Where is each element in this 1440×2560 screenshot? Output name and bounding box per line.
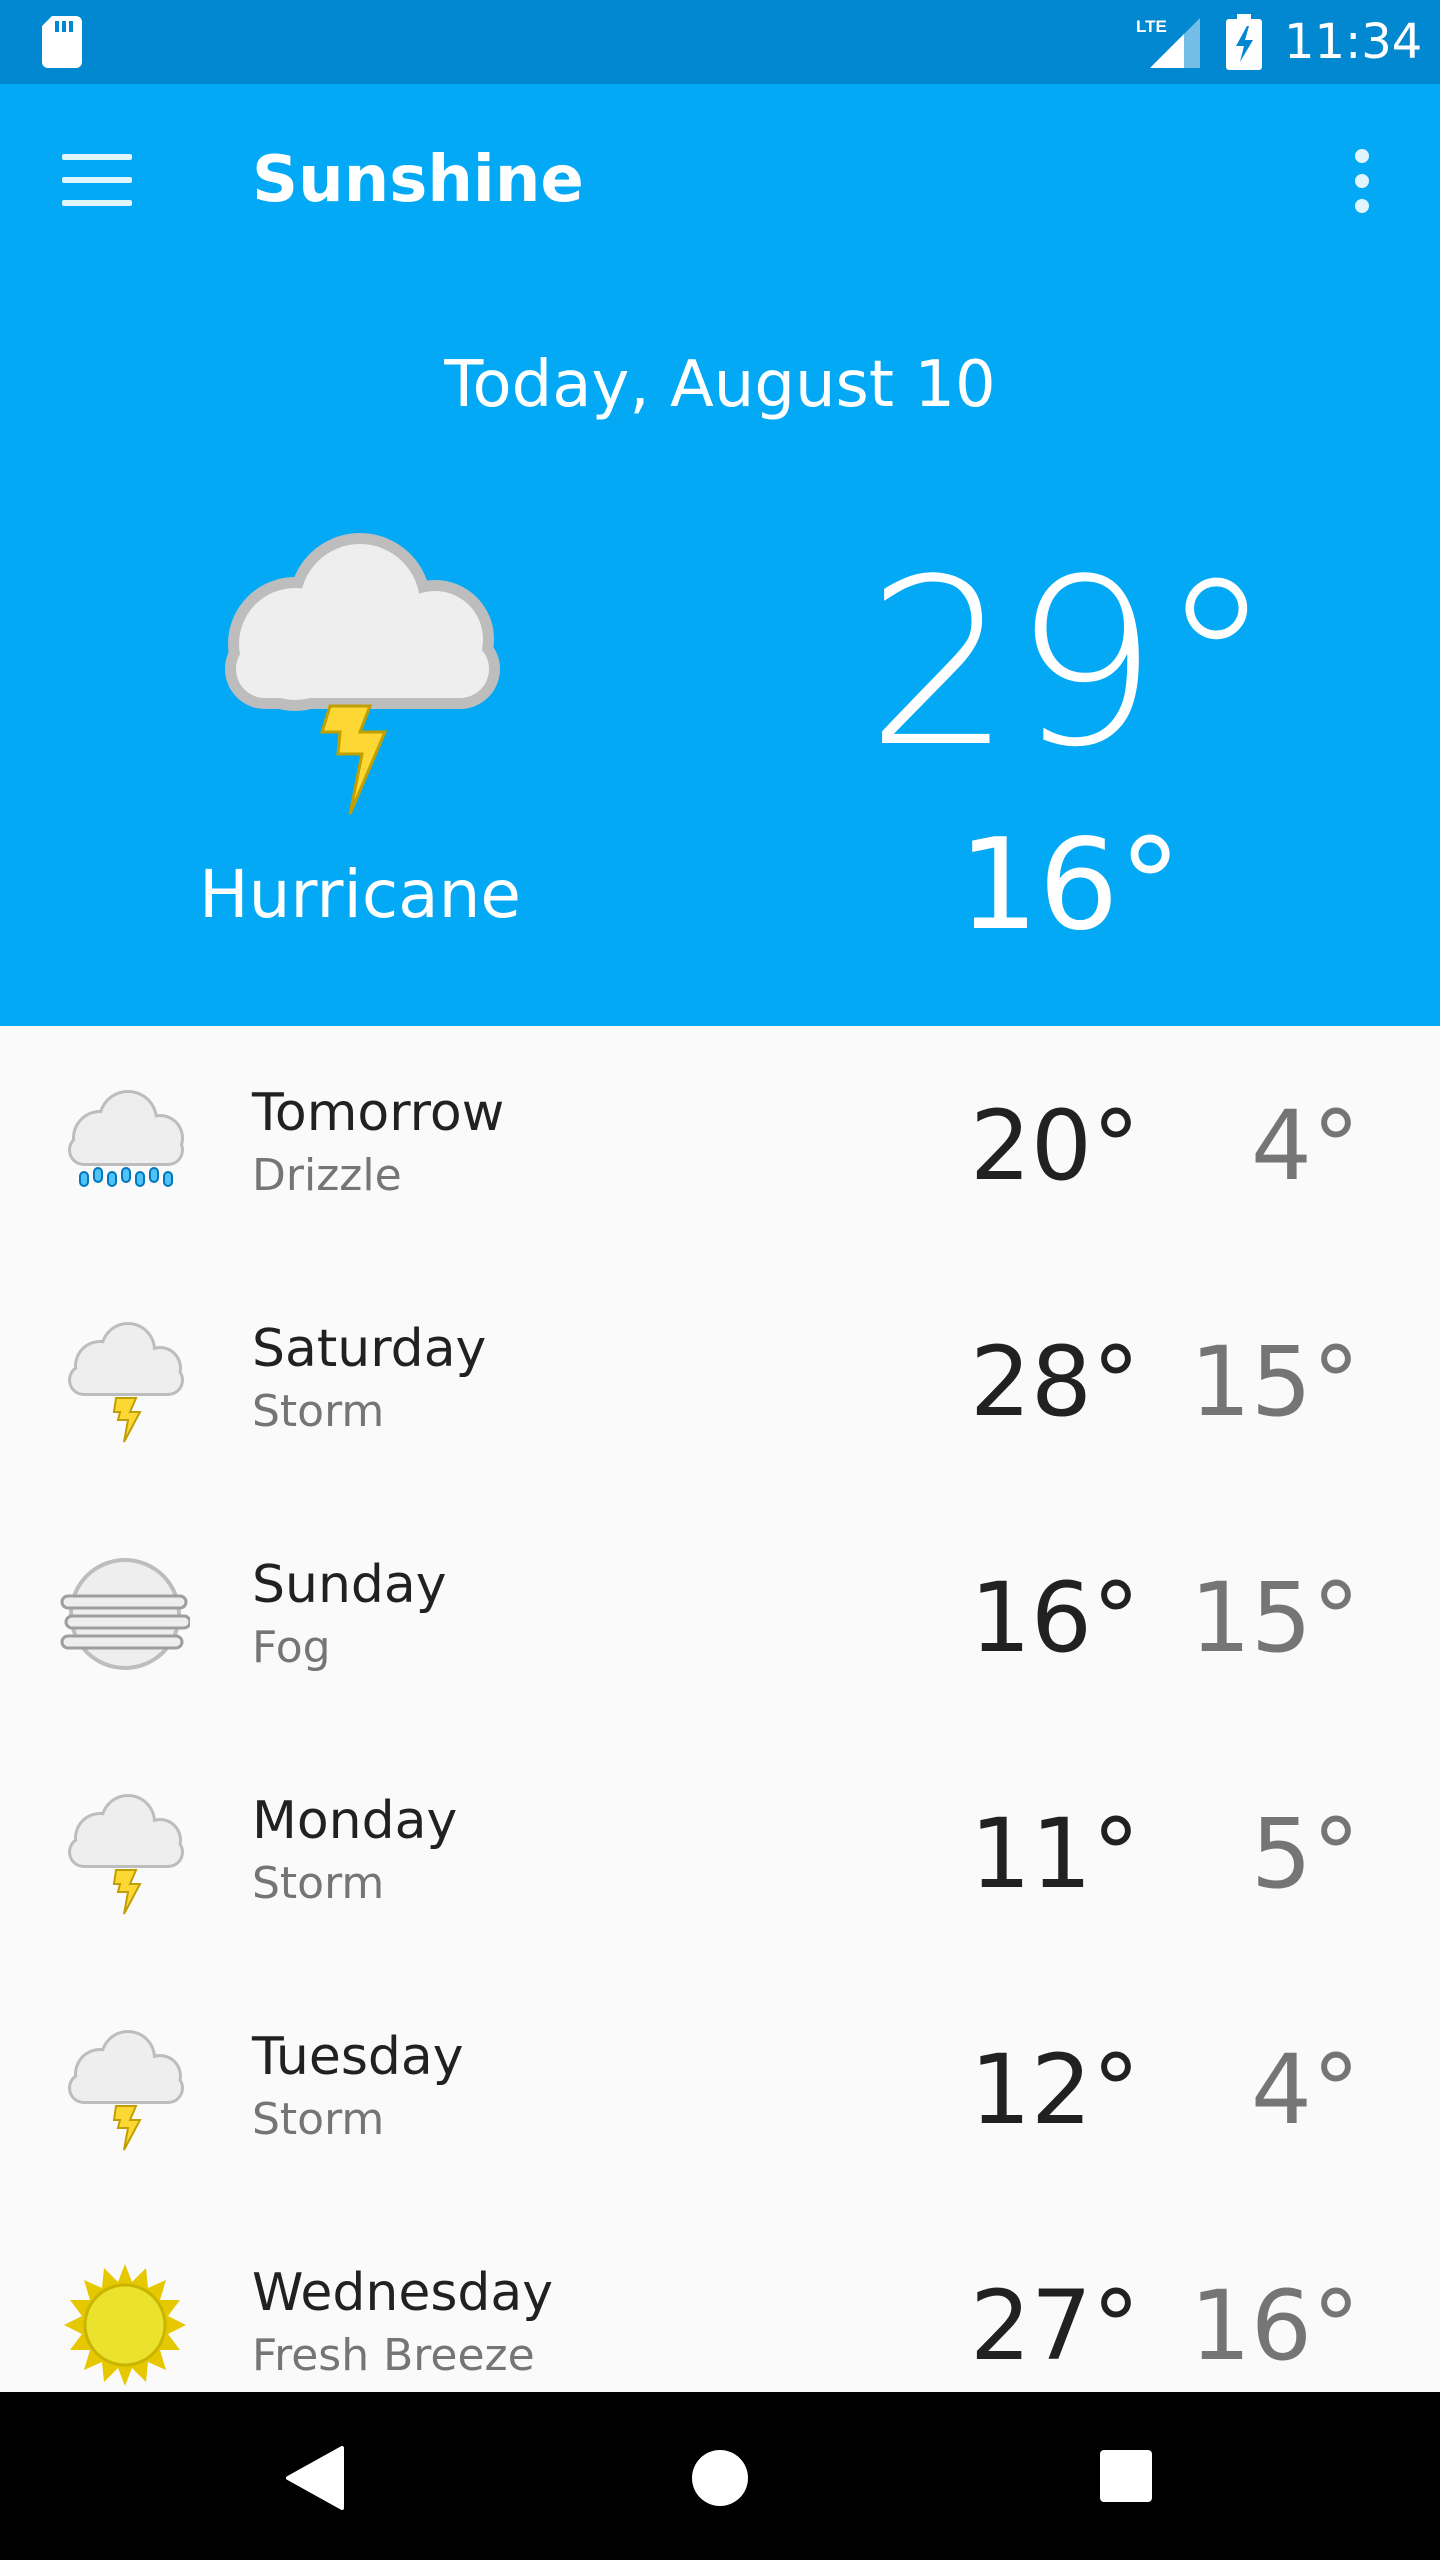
forecast-high-temp: 27° bbox=[969, 2270, 1140, 2382]
today-date: Today, August 10 bbox=[444, 348, 996, 422]
forecast-day: Tomorrow bbox=[252, 1083, 505, 1143]
forecast-description: Fresh Breeze bbox=[252, 2330, 535, 2381]
forecast-item-saturday[interactable]: Saturday Storm 28° 15° bbox=[0, 1262, 1440, 1498]
fog-icon bbox=[60, 1558, 190, 1670]
forecast-low-temp: 15° bbox=[1189, 1562, 1360, 1674]
lte-signal-icon: LTE bbox=[1136, 17, 1200, 68]
forecast-description: Storm bbox=[252, 1386, 385, 1437]
forecast-high-temp: 11° bbox=[969, 1798, 1140, 1910]
forecast-high-temp: 16° bbox=[969, 1562, 1140, 1674]
forecast-day: Saturday bbox=[252, 1319, 487, 1379]
forecast-high-temp: 12° bbox=[969, 2034, 1140, 2146]
lte-label: LTE bbox=[1136, 17, 1167, 36]
forecast-low-temp: 4° bbox=[1250, 2034, 1360, 2146]
storm-icon bbox=[68, 1322, 184, 1443]
back-icon[interactable] bbox=[286, 2446, 346, 2510]
battery-charging-icon bbox=[1226, 14, 1262, 70]
status-bar: LTE 11:34 bbox=[0, 0, 1440, 84]
today-low-temp: 16° bbox=[958, 811, 1182, 958]
forecast-low-temp: 5° bbox=[1250, 1798, 1360, 1910]
forecast-item-monday[interactable]: Monday Storm 11° 5° bbox=[0, 1734, 1440, 1970]
forecast-low-temp: 16° bbox=[1189, 2270, 1360, 2382]
sun-icon bbox=[64, 2264, 186, 2386]
navigation-bar bbox=[0, 2392, 1440, 2560]
storm-icon bbox=[68, 2030, 184, 2151]
status-time: 11:34 bbox=[1284, 14, 1423, 70]
forecast-high-temp: 20° bbox=[969, 1090, 1140, 1202]
drizzle-icon bbox=[68, 1090, 184, 1187]
forecast-description: Drizzle bbox=[252, 1150, 402, 1201]
sd-card-icon bbox=[42, 16, 82, 68]
forecast-day: Tuesday bbox=[252, 2027, 464, 2087]
forecast-low-temp: 15° bbox=[1189, 1326, 1360, 1438]
storm-icon bbox=[68, 1794, 184, 1915]
hamburger-menu-icon[interactable] bbox=[62, 152, 132, 208]
forecast-day: Sunday bbox=[252, 1555, 447, 1615]
app-title: Sunshine bbox=[252, 143, 584, 217]
forecast-description: Storm bbox=[252, 1858, 385, 1909]
home-icon[interactable] bbox=[690, 2448, 750, 2508]
forecast-item-tomorrow[interactable]: Tomorrow Drizzle 20° 4° bbox=[0, 1026, 1440, 1262]
forecast-day: Monday bbox=[252, 1791, 458, 1851]
forecast-low-temp: 4° bbox=[1250, 1090, 1360, 1202]
forecast-item-tuesday[interactable]: Tuesday Storm 12° 4° bbox=[0, 1970, 1440, 2206]
overflow-menu-icon[interactable] bbox=[1344, 148, 1380, 214]
forecast-description: Fog bbox=[252, 1622, 331, 1673]
forecast-description: Storm bbox=[252, 2094, 385, 2145]
forecast-day: Wednesday bbox=[252, 2263, 554, 2323]
storm-icon bbox=[225, 533, 500, 815]
today-high-temp: 29° bbox=[866, 531, 1274, 798]
today-description: Hurricane bbox=[198, 856, 522, 933]
recents-icon[interactable] bbox=[1098, 2448, 1154, 2504]
forecast-item-sunday[interactable]: Sunday Fog 16° 15° bbox=[0, 1498, 1440, 1734]
forecast-high-temp: 28° bbox=[969, 1326, 1140, 1438]
forecast-list: Tomorrow Drizzle 20° 4° Saturday Storm 2… bbox=[0, 1026, 1440, 2392]
forecast-item-wednesday[interactable]: Wednesday Fresh Breeze 27° 16° bbox=[0, 2206, 1440, 2392]
